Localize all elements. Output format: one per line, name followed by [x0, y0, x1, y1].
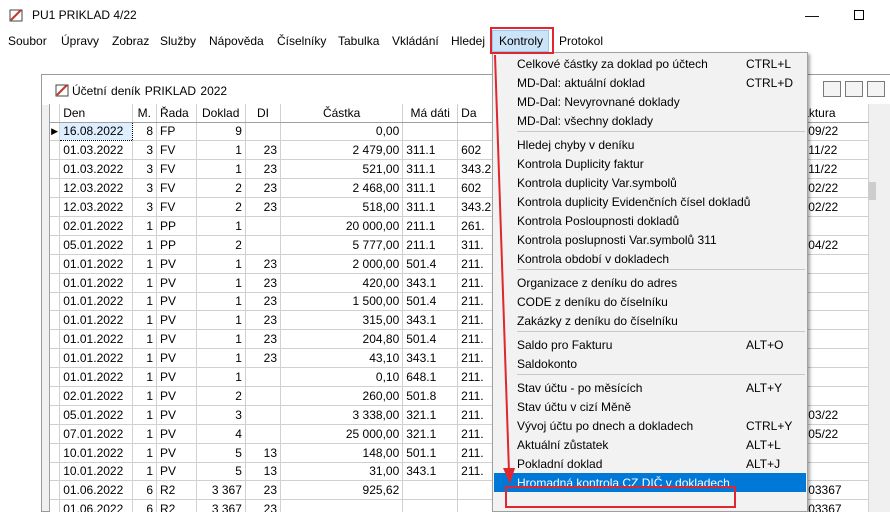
annotation-arrow-icon [494, 54, 515, 484]
